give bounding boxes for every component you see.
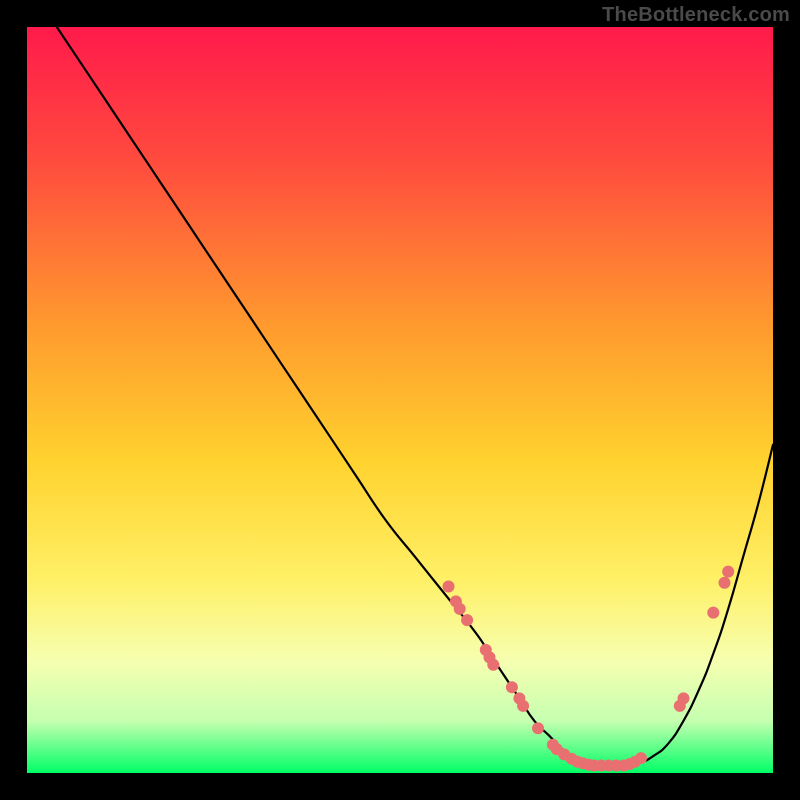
marker-dot	[532, 722, 544, 734]
marker-dot	[517, 700, 529, 712]
plot-svg	[27, 27, 773, 773]
plot-frame	[27, 27, 773, 773]
marker-dot	[461, 614, 473, 626]
marker-dot	[707, 607, 719, 619]
marker-dot	[454, 603, 466, 615]
plot-background	[27, 27, 773, 773]
attribution-text: TheBottleneck.com	[602, 4, 790, 27]
marker-dot	[722, 566, 734, 578]
marker-dot	[487, 659, 499, 671]
chart-stage: TheBottleneck.com	[0, 0, 800, 800]
marker-dot	[506, 681, 518, 693]
marker-dot	[635, 752, 647, 764]
marker-dot	[443, 581, 455, 593]
marker-dot	[719, 577, 731, 589]
marker-dot	[678, 692, 690, 704]
